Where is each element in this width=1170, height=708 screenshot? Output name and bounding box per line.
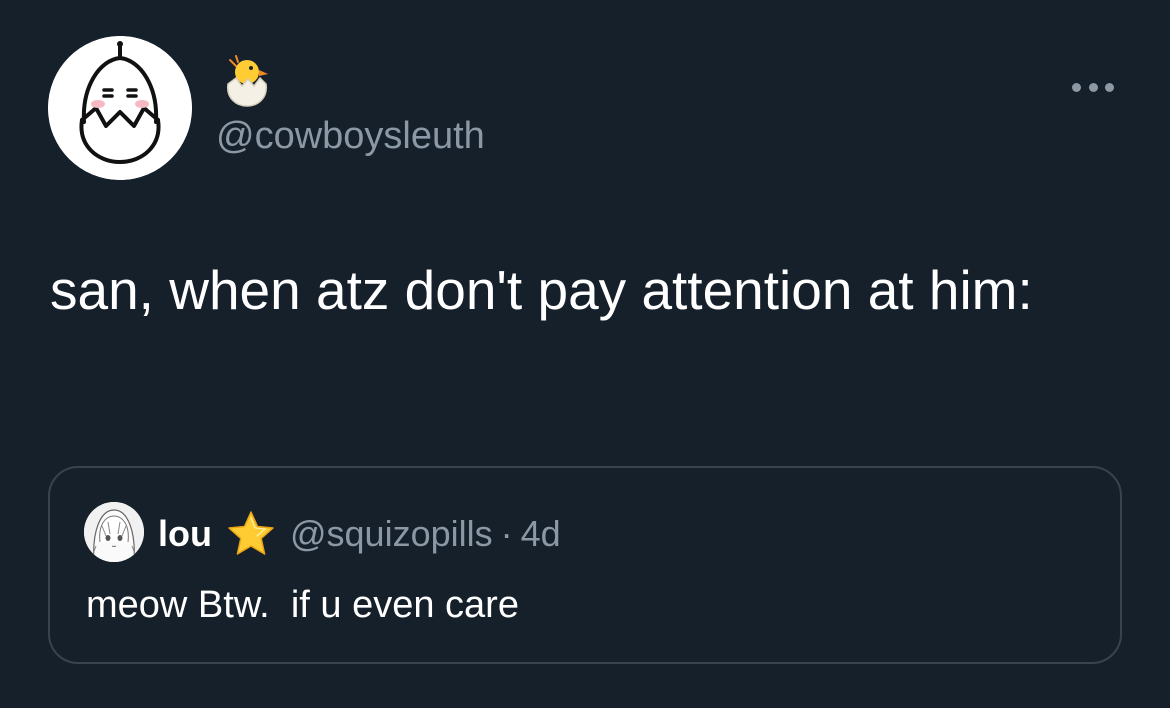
anime-girl-avatar-image: [84, 502, 144, 562]
more-dot: [1105, 82, 1114, 92]
quoted-author-avatar[interactable]: [84, 502, 144, 562]
more-options-icon[interactable]: [1066, 72, 1120, 102]
author-handle[interactable]: @cowboysleuth: [216, 114, 485, 158]
more-dot: [1072, 82, 1081, 92]
quoted-tweet-timestamp[interactable]: 4d: [521, 513, 561, 555]
quoted-tweet-header: lou @squizopills · 4d: [158, 508, 561, 560]
quoted-tweet-card[interactable]: lou @squizopills · 4d meow Btw. if u eve…: [48, 466, 1122, 664]
separator-dot: ·: [500, 513, 513, 554]
more-dot: [1088, 82, 1098, 92]
quoted-author-handle[interactable]: @squizopills: [290, 513, 493, 555]
quoted-author-name[interactable]: lou: [158, 513, 212, 555]
hatching-egg-avatar-image: [48, 36, 192, 180]
author-avatar[interactable]: [48, 36, 192, 180]
tweet-text: san, when atz don't pay attention at him…: [50, 259, 1033, 321]
star-emoji-icon: [228, 511, 274, 555]
hatching-chick-emoji-icon[interactable]: [220, 52, 274, 110]
quoted-tweet-text: meow Btw. if u even care: [86, 584, 519, 626]
